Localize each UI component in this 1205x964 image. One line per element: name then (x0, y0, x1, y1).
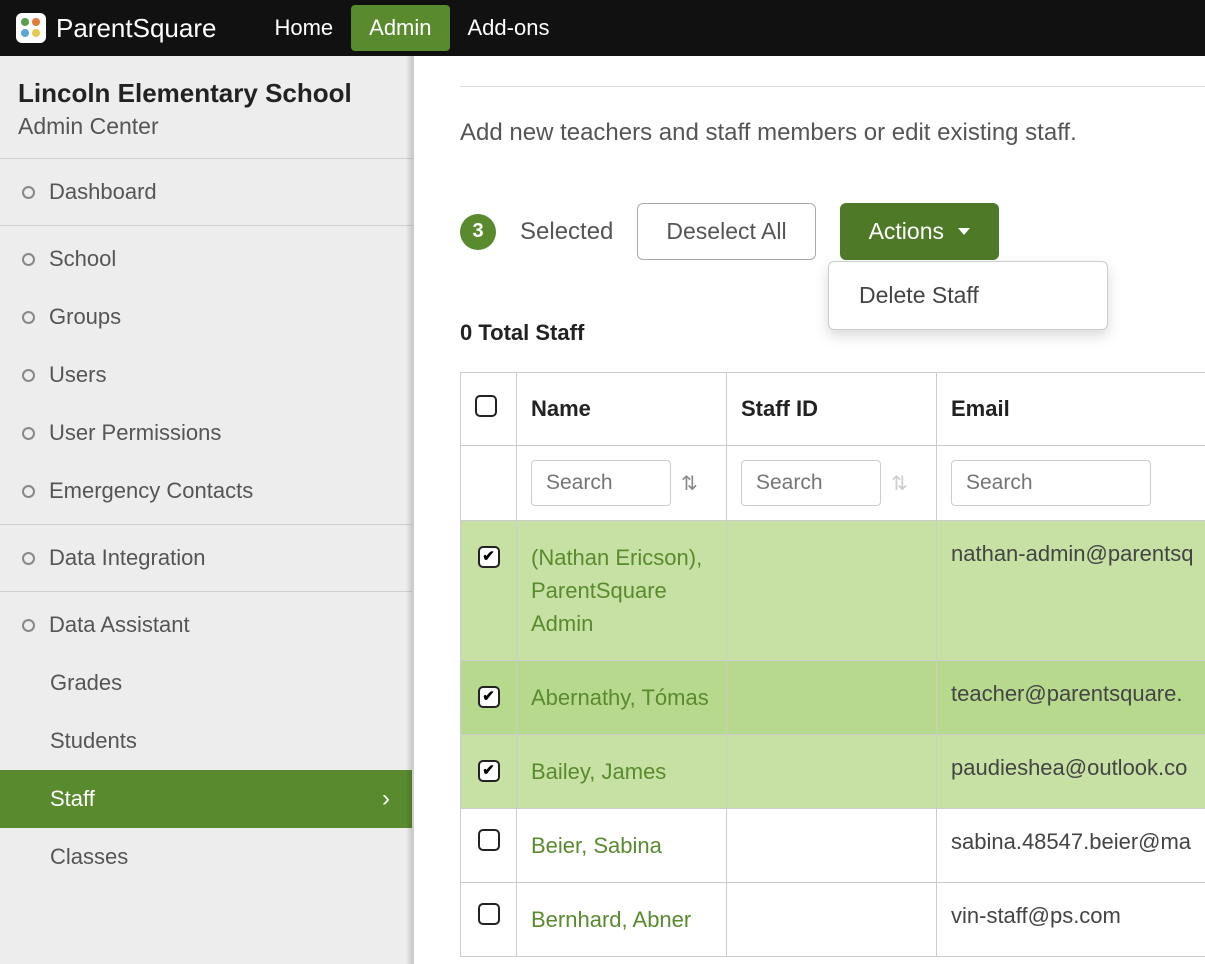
sidebar-user-permissions[interactable]: User Permissions (0, 404, 412, 462)
row-checkbox[interactable] (478, 546, 500, 568)
staff-name-link[interactable]: Bernhard, Abner (531, 907, 691, 932)
staff-name-link[interactable]: Abernathy, Tómas (531, 685, 709, 710)
sidebar-header: Lincoln Elementary School Admin Center (0, 56, 412, 159)
school-name: Lincoln Elementary School (18, 78, 394, 109)
sidebar-data-assistant[interactable]: Data Assistant (0, 596, 412, 654)
sidebar-item-label: Staff (50, 786, 95, 812)
staff-email-cell: paudieshea@outlook.co (937, 735, 1205, 809)
circle-icon (22, 427, 35, 440)
circle-icon (22, 311, 35, 324)
sidebar-data-integration[interactable]: Data Integration (0, 529, 412, 587)
staff-id-cell (727, 661, 937, 735)
col-header-email[interactable]: Email (937, 373, 1205, 446)
select-all-checkbox[interactable] (475, 395, 497, 417)
sidebar-item-label: Emergency Contacts (49, 478, 253, 504)
staff-id-cell (727, 883, 937, 957)
staff-email-cell: vin-staff@ps.com (937, 883, 1205, 957)
main-content: Add new teachers and staff members or ed… (414, 56, 1205, 964)
menu-delete-staff[interactable]: Delete Staff (829, 268, 1107, 323)
staff-id-cell (727, 521, 937, 661)
sidebar-grades[interactable]: Grades (0, 654, 412, 712)
staff-table: Name Staff ID Email ⇅ (460, 372, 1205, 957)
circle-icon (22, 552, 35, 565)
sidebar-item-label: Classes (50, 844, 128, 870)
col-header-staff-id[interactable]: Staff ID (727, 373, 937, 446)
nav-home[interactable]: Home (256, 5, 351, 51)
staff-id-cell (727, 809, 937, 883)
top-nav: ParentSquare Home Admin Add-ons (0, 0, 1205, 56)
sidebar-users[interactable]: Users (0, 346, 412, 404)
table-row: Bernhard, Abner vin-staff@ps.com (461, 883, 1205, 957)
staff-email-cell: nathan-admin@parentsq (937, 521, 1205, 661)
table-row: Abernathy, Tómas teacher@parentsquare. (461, 661, 1205, 735)
table-row: Bailey, James paudieshea@outlook.co (461, 735, 1205, 809)
table-row: (Nathan Ericson), ParentSquare Admin nat… (461, 521, 1205, 661)
staff-id-cell (727, 735, 937, 809)
logo-icon (16, 13, 46, 43)
table-row: Beier, Sabina sabina.48547.beier@ma (461, 809, 1205, 883)
sort-icon[interactable]: ⇅ (891, 471, 908, 496)
chevron-right-icon: › (382, 785, 390, 813)
deselect-all-button[interactable]: Deselect All (637, 203, 815, 260)
page-description: Add new teachers and staff members or ed… (460, 119, 1205, 147)
circle-icon (22, 253, 35, 266)
sidebar: Lincoln Elementary School Admin Center D… (0, 56, 414, 964)
sidebar-item-label: User Permissions (49, 420, 221, 446)
sidebar-school[interactable]: School (0, 230, 412, 288)
sidebar-item-label: Users (49, 362, 106, 388)
sidebar-students[interactable]: Students (0, 712, 412, 770)
sort-icon[interactable]: ⇅ (681, 471, 698, 496)
row-checkbox[interactable] (478, 760, 500, 782)
sidebar-classes[interactable]: Classes (0, 828, 412, 886)
staff-name-link[interactable]: Beier, Sabina (531, 833, 662, 858)
sidebar-item-label: Dashboard (49, 179, 157, 205)
sidebar-item-label: Groups (49, 304, 121, 330)
selected-label: Selected (520, 218, 613, 246)
selected-count-badge: 3 (460, 214, 496, 250)
sidebar-dashboard[interactable]: Dashboard (0, 163, 412, 221)
brand-name: ParentSquare (56, 13, 216, 44)
sidebar-item-label: School (49, 246, 116, 272)
circle-icon (22, 369, 35, 382)
row-checkbox[interactable] (478, 829, 500, 851)
sidebar-staff[interactable]: Staff › (0, 770, 412, 828)
row-checkbox[interactable] (478, 903, 500, 925)
staff-email-cell: sabina.48547.beier@ma (937, 809, 1205, 883)
admin-center-label: Admin Center (18, 113, 394, 140)
actions-menu: Delete Staff (828, 261, 1108, 330)
caret-down-icon (958, 228, 970, 235)
col-header-checkbox (461, 373, 517, 446)
sidebar-groups[interactable]: Groups (0, 288, 412, 346)
search-name-input[interactable] (531, 460, 671, 506)
sidebar-item-label: Data Assistant (49, 612, 190, 638)
actions-button-label: Actions (869, 218, 944, 245)
circle-icon (22, 619, 35, 632)
staff-name-link[interactable]: Bailey, James (531, 759, 666, 784)
staff-email-cell: teacher@parentsquare. (937, 661, 1205, 735)
circle-icon (22, 485, 35, 498)
actions-button[interactable]: Actions (840, 203, 999, 260)
col-header-name[interactable]: Name (517, 373, 727, 446)
row-checkbox[interactable] (478, 686, 500, 708)
sidebar-emergency-contacts[interactable]: Emergency Contacts (0, 462, 412, 520)
sidebar-item-label: Grades (50, 670, 122, 696)
sidebar-item-label: Students (50, 728, 137, 754)
nav-admin[interactable]: Admin (351, 5, 449, 51)
staff-name-link[interactable]: (Nathan Ericson), ParentSquare Admin (531, 545, 702, 636)
search-email-input[interactable] (951, 460, 1151, 506)
sidebar-item-label: Data Integration (49, 545, 206, 571)
brand-logo[interactable]: ParentSquare (16, 13, 216, 44)
nav-addons[interactable]: Add-ons (450, 5, 568, 51)
search-staffid-input[interactable] (741, 460, 881, 506)
selection-toolbar: 3 Selected Deselect All Actions Delete S… (460, 203, 1205, 260)
circle-icon (22, 186, 35, 199)
